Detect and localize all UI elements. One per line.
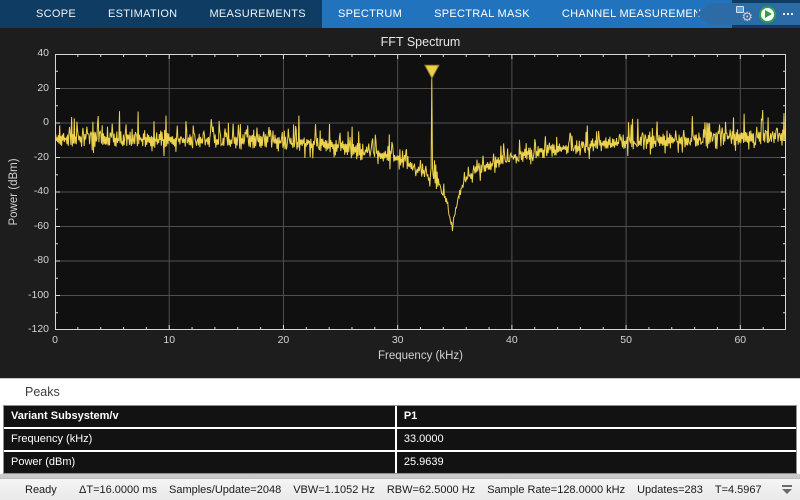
more-options-icon[interactable] bbox=[783, 13, 793, 15]
ribbon-toolbar: SCOPE ESTIMATION MEASUREMENTS SPECTRUM S… bbox=[0, 0, 800, 28]
status-sample-rate: Sample Rate=128.0000 kHz bbox=[487, 484, 625, 496]
quick-actions-banner: ⚙ bbox=[696, 3, 800, 25]
run-button[interactable] bbox=[759, 6, 776, 23]
x-tick-label: 0 bbox=[35, 334, 75, 346]
y-tick-label: -80 bbox=[0, 254, 49, 266]
tab-estimation[interactable]: ESTIMATION bbox=[92, 0, 193, 28]
peaks-panel-title: Peaks bbox=[25, 385, 60, 399]
y-tick-label: -20 bbox=[0, 151, 49, 163]
status-updates: Updates=283 bbox=[637, 484, 703, 496]
status-delta-t: ΔT=16.0000 ms bbox=[79, 484, 157, 496]
x-tick-label: 60 bbox=[720, 334, 760, 346]
tab-scope[interactable]: SCOPE bbox=[20, 0, 92, 28]
y-tick-label: 40 bbox=[0, 47, 49, 59]
peaks-table: Variant Subsystem/v P1 Frequency (kHz) 3… bbox=[3, 405, 797, 474]
y-tick-label: -100 bbox=[0, 289, 49, 301]
status-bar: Ready ΔT=16.0000 ms Samples/Update=2048 … bbox=[0, 478, 800, 500]
ribbon-tabs: SCOPE ESTIMATION MEASUREMENTS SPECTRUM S… bbox=[20, 0, 732, 28]
x-tick-label: 10 bbox=[149, 334, 189, 346]
frequency-row-label: Frequency (kHz) bbox=[4, 429, 397, 450]
y-tick-label: -60 bbox=[0, 220, 49, 232]
play-icon bbox=[765, 10, 772, 18]
x-tick-label: 50 bbox=[606, 334, 646, 346]
status-vbw: VBW=1.1052 Hz bbox=[293, 484, 375, 496]
status-time: T=4.5967 bbox=[715, 484, 762, 496]
statusbar-collapse-icon[interactable] bbox=[782, 485, 792, 494]
table-row: Power (dBm) 25.9639 bbox=[4, 452, 796, 473]
peaks-panel: Peaks Variant Subsystem/v P1 Frequency (… bbox=[0, 378, 800, 478]
status-state: Ready bbox=[25, 484, 71, 496]
peaks-table-p1-header: P1 bbox=[397, 406, 796, 427]
power-row-value: 25.9639 bbox=[397, 452, 796, 473]
spectrum-plot bbox=[55, 54, 786, 330]
power-row-label: Power (dBm) bbox=[4, 452, 397, 473]
plot-title: FFT Spectrum bbox=[55, 35, 786, 49]
x-tick-label: 40 bbox=[492, 334, 532, 346]
x-axis-label: Frequency (kHz) bbox=[55, 350, 786, 362]
tab-spectral-mask[interactable]: SPECTRAL MASK bbox=[418, 0, 546, 28]
peaks-table-header-row: Variant Subsystem/v P1 bbox=[4, 406, 796, 427]
tab-measurements[interactable]: MEASUREMENTS bbox=[193, 0, 322, 28]
y-tick-label: 0 bbox=[0, 116, 49, 128]
spectrum-analyzer-window: SCOPE ESTIMATION MEASUREMENTS SPECTRUM S… bbox=[0, 0, 800, 500]
tab-spectrum[interactable]: SPECTRUM bbox=[322, 0, 418, 28]
y-tick-label: -40 bbox=[0, 185, 49, 197]
x-tick-label: 20 bbox=[263, 334, 303, 346]
status-samples-per-update: Samples/Update=2048 bbox=[169, 484, 281, 496]
status-metrics: ΔT=16.0000 ms Samples/Update=2048 VBW=1.… bbox=[79, 484, 762, 496]
fft-figure: FFT Spectrum Power (dBm) Frequency (kHz)… bbox=[0, 28, 800, 378]
frequency-row-value: 33.0000 bbox=[397, 429, 796, 450]
x-tick-label: 30 bbox=[378, 334, 418, 346]
table-row: Frequency (kHz) 33.0000 bbox=[4, 429, 796, 450]
peaks-table-source-header: Variant Subsystem/v bbox=[4, 406, 397, 427]
status-rbw: RBW=62.5000 Hz bbox=[387, 484, 475, 496]
settings-gear-icon[interactable]: ⚙ bbox=[736, 6, 752, 22]
y-tick-label: 20 bbox=[0, 82, 49, 94]
